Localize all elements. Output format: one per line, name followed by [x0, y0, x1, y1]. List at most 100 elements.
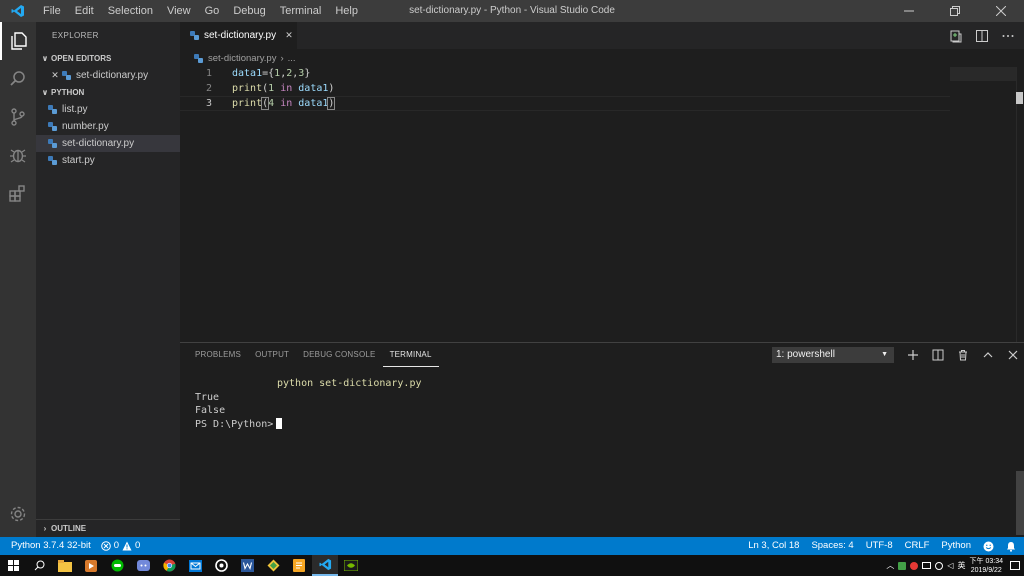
- mail-app-icon[interactable]: [182, 555, 208, 576]
- file-label: number.py: [62, 121, 109, 132]
- maximize-panel-icon[interactable]: [977, 345, 998, 365]
- extensions-icon[interactable]: [0, 174, 36, 212]
- explorer-sidebar: EXPLORER ∨ OPEN EDITORS ✕ set-dictionary…: [36, 22, 180, 537]
- open-changes-icon[interactable]: [946, 26, 966, 46]
- breadcrumb-more[interactable]: ...: [288, 53, 296, 64]
- menu-terminal[interactable]: Terminal: [273, 0, 329, 22]
- menu-view[interactable]: View: [160, 0, 198, 22]
- tray-expand-icon[interactable]: ︿: [886, 560, 894, 571]
- terminal-select[interactable]: 1: powershell ▼: [772, 347, 894, 363]
- error-icon: [100, 541, 111, 551]
- open-editors-section[interactable]: ∨ OPEN EDITORS: [36, 50, 180, 67]
- terminal-line: False: [195, 405, 226, 416]
- source-control-icon[interactable]: [0, 98, 36, 136]
- editor-tab-bar: set-dictionary.py ✕: [180, 22, 1024, 49]
- menu-help[interactable]: Help: [328, 0, 365, 22]
- kill-terminal-icon[interactable]: [952, 345, 973, 365]
- minimap-slider[interactable]: [950, 67, 1016, 81]
- notifications-bell-icon[interactable]: [1006, 541, 1016, 552]
- feedback-smiley-icon[interactable]: [983, 541, 994, 552]
- tab-output[interactable]: OUTPUT: [248, 343, 296, 367]
- code-editor[interactable]: 1 data1={1,2,3} 2 print(1 in data1) 3 pr…: [180, 67, 950, 342]
- breadcrumb-file[interactable]: set-dictionary.py: [208, 53, 276, 64]
- tray-app-icon[interactable]: [898, 561, 907, 570]
- problems-indicator[interactable]: 0 0: [100, 537, 141, 555]
- close-panel-icon[interactable]: [1002, 345, 1023, 365]
- tab-close-icon[interactable]: ✕: [282, 30, 296, 41]
- close-icon[interactable]: ✕: [48, 67, 62, 84]
- search-icon[interactable]: [0, 60, 36, 98]
- open-editor-filename: set-dictionary.py: [76, 70, 149, 81]
- language-mode[interactable]: Python: [941, 537, 971, 555]
- notes-app-icon[interactable]: [286, 555, 312, 576]
- circle-app-icon[interactable]: [208, 555, 234, 576]
- file-item-start[interactable]: start.py: [36, 152, 180, 169]
- indentation[interactable]: Spaces: 4: [811, 537, 853, 555]
- editor-tab[interactable]: set-dictionary.py ✕: [180, 22, 297, 49]
- chevron-right-icon: ›: [43, 524, 47, 533]
- new-terminal-icon[interactable]: [902, 345, 923, 365]
- file-item-list[interactable]: list.py: [36, 101, 180, 118]
- vscode-logo-icon: [0, 0, 36, 22]
- explorer-header: EXPLORER: [52, 31, 99, 40]
- python-folder-section[interactable]: ∨ PYTHON: [36, 84, 180, 101]
- nvidia-app-icon[interactable]: [338, 555, 364, 576]
- cursor-position[interactable]: Ln 3, Col 18: [748, 537, 799, 555]
- outline-label: OUTLINE: [51, 524, 87, 533]
- minimap[interactable]: [950, 67, 1016, 342]
- python-interpreter[interactable]: Python 3.7.4 32-bit: [11, 537, 91, 555]
- chevron-down-icon: ∨: [41, 88, 49, 97]
- ime-indicator[interactable]: 英: [958, 560, 966, 571]
- menu-file[interactable]: File: [36, 0, 68, 22]
- warning-count: 0: [135, 540, 141, 551]
- terminal-scrollbar[interactable]: [1016, 471, 1024, 535]
- discord-app-icon[interactable]: [130, 555, 156, 576]
- tab-problems[interactable]: PROBLEMS: [188, 343, 248, 367]
- restore-button[interactable]: [932, 0, 978, 22]
- tab-terminal[interactable]: TERMINAL: [382, 343, 439, 367]
- split-terminal-icon[interactable]: [927, 345, 948, 365]
- close-window-button[interactable]: [978, 0, 1024, 22]
- encoding[interactable]: UTF-8: [866, 537, 893, 555]
- menu-edit[interactable]: Edit: [68, 0, 101, 22]
- file-explorer-app-icon[interactable]: [52, 555, 78, 576]
- menu-debug[interactable]: Debug: [226, 0, 272, 22]
- terminal-line: PS D:\Python>: [195, 417, 422, 432]
- debug-icon[interactable]: [0, 136, 36, 174]
- paint-app-icon[interactable]: [260, 555, 286, 576]
- tray-app-icon[interactable]: [910, 561, 919, 570]
- split-editor-icon[interactable]: [972, 26, 992, 46]
- python-file-icon: [62, 71, 71, 80]
- minimize-button[interactable]: [886, 0, 932, 22]
- python-file-icon: [190, 31, 199, 40]
- windows-start-icon[interactable]: [0, 555, 26, 576]
- taskbar-search-icon[interactable]: [26, 555, 52, 576]
- more-actions-icon[interactable]: [998, 26, 1018, 46]
- settings-gear-icon[interactable]: [0, 499, 36, 529]
- window-controls: [886, 0, 1024, 22]
- action-center-icon[interactable]: [1010, 561, 1020, 570]
- menu-go[interactable]: Go: [198, 0, 227, 22]
- media-app-icon[interactable]: [78, 555, 104, 576]
- open-editor-item[interactable]: ✕ set-dictionary.py: [36, 67, 180, 84]
- terminal-output[interactable]: python set-dictionary.py True False PS D:\P…: [195, 377, 422, 431]
- chrome-app-icon[interactable]: [156, 555, 182, 576]
- tab-debug-console[interactable]: DEBUG CONSOLE: [296, 343, 382, 367]
- explorer-icon[interactable]: [0, 22, 36, 60]
- taskbar-clock[interactable]: 下午 03:34 2019/9/22: [970, 557, 1003, 575]
- outline-section[interactable]: › OUTLINE: [36, 519, 180, 537]
- line-app-icon[interactable]: [104, 555, 130, 576]
- menu-bar: File Edit Selection View Go Debug Termin…: [36, 0, 365, 22]
- word-app-icon[interactable]: [234, 555, 260, 576]
- tray-app-icon[interactable]: [935, 561, 944, 570]
- file-item-set-dictionary[interactable]: set-dictionary.py: [36, 135, 180, 152]
- vscode-taskbar-icon[interactable]: [312, 555, 338, 576]
- line-ending[interactable]: CRLF: [905, 537, 930, 555]
- file-item-number[interactable]: number.py: [36, 118, 180, 135]
- menu-selection[interactable]: Selection: [101, 0, 160, 22]
- system-tray: ︿ ◁ 英 下午 03:34 2019/9/22: [886, 555, 1024, 576]
- tray-volume-icon[interactable]: ◁: [947, 561, 953, 570]
- editor-scrollbar[interactable]: [1016, 67, 1024, 342]
- tray-network-icon[interactable]: [922, 562, 932, 569]
- file-label: list.py: [62, 104, 88, 115]
